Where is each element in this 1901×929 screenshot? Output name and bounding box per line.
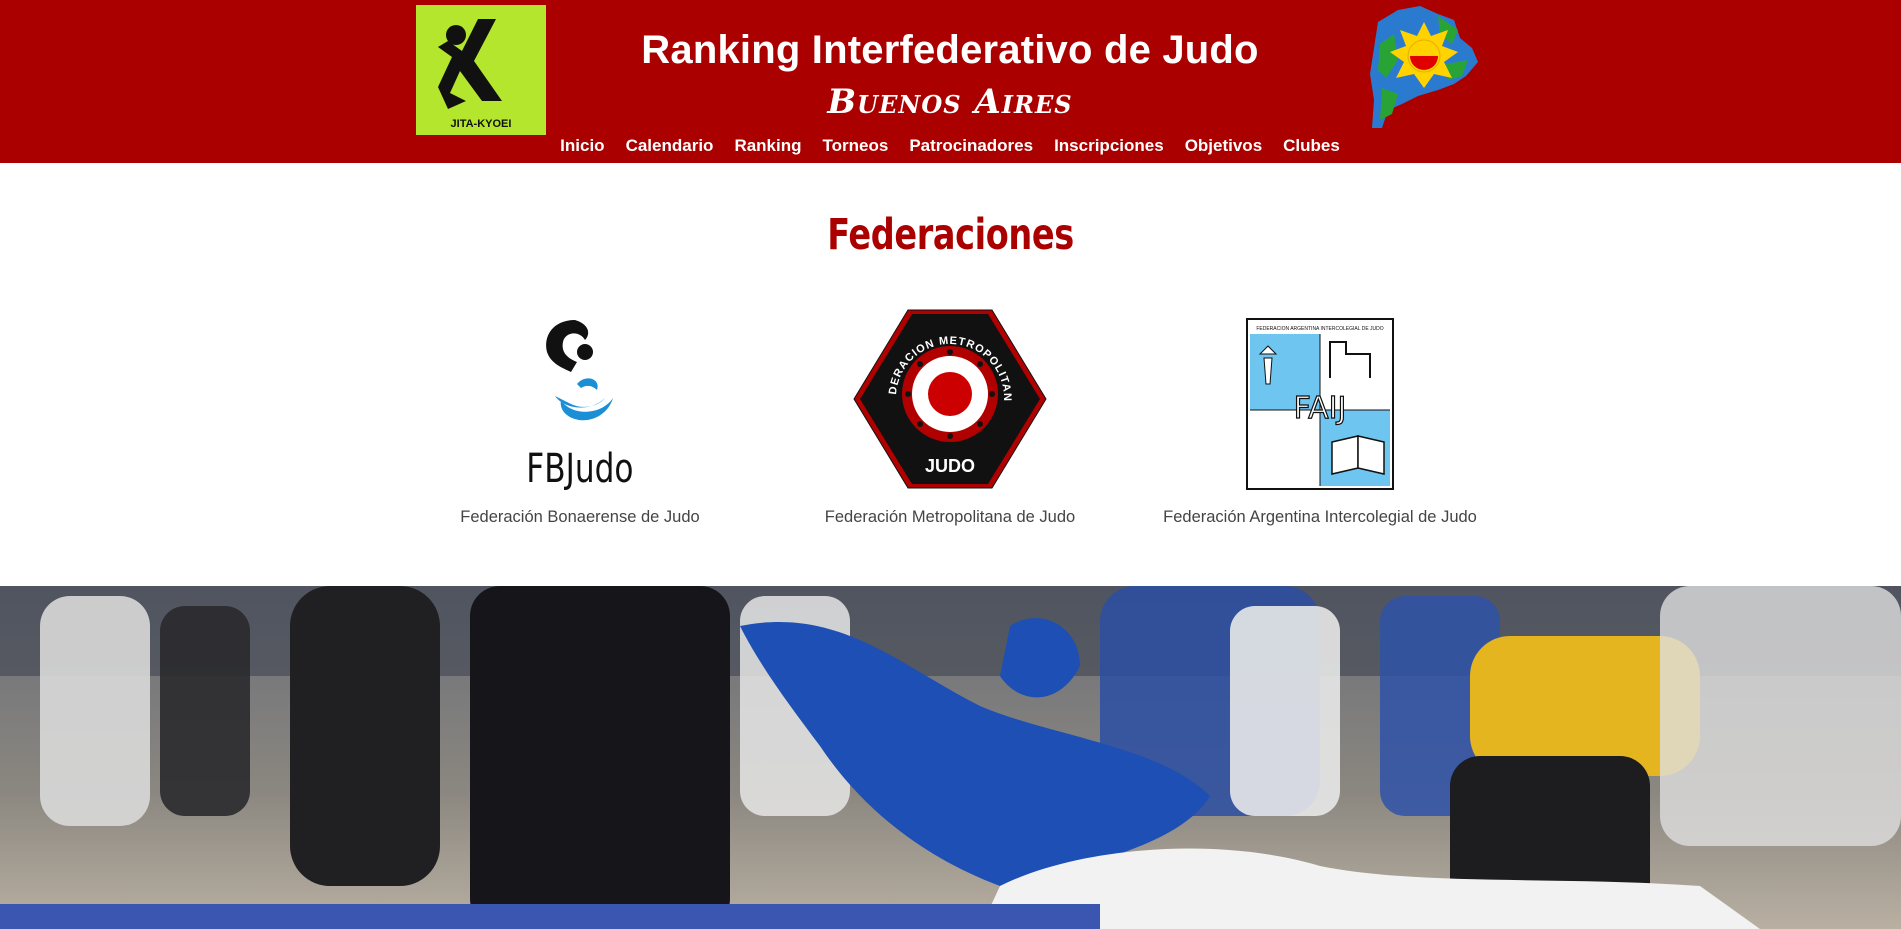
federation-card-fmj[interactable]: FEDERACION METROPOLITANA JUDO Federación…: [780, 308, 1120, 527]
federation-card-faij[interactable]: FEDERACION ARGENTINA INTERCOLEGIAL DE JU…: [1150, 312, 1490, 527]
nav-inicio[interactable]: Inicio: [560, 136, 604, 156]
faij-logo-text: FAIJ: [1294, 391, 1347, 426]
main-nav: Inicio Calendario Ranking Torneos Patroc…: [560, 136, 1340, 156]
site-header: JITA-KYOEI Ranking Interfederativo de Ju…: [0, 0, 1901, 163]
fbjudo-logo[interactable]: FBJudo: [410, 312, 750, 490]
jita-kyoei-text: JITA-KYOEI: [451, 118, 512, 130]
nav-objetivos[interactable]: Objetivos: [1185, 136, 1262, 156]
fbjudo-logo-text: FBJudo: [526, 446, 633, 490]
site-subtitle: Buenos Aires: [827, 82, 1073, 122]
site-title: Ranking Interfederativo de Judo: [641, 28, 1259, 72]
federation-card-fbjudo[interactable]: FBJudo Federación Bonaerense de Judo: [410, 312, 750, 527]
fmj-logo[interactable]: FEDERACION METROPOLITANA JUDO: [780, 308, 1120, 490]
faij-logo-header: FEDERACION ARGENTINA INTERCOLEGIAL DE JU…: [1256, 326, 1383, 332]
fmj-logo-subtext: JUDO: [925, 456, 975, 476]
nav-torneos[interactable]: Torneos: [823, 136, 889, 156]
federation-name[interactable]: Federación Metropolitana de Judo: [780, 508, 1120, 527]
nav-patrocinadores[interactable]: Patrocinadores: [909, 136, 1033, 156]
faij-logo[interactable]: FEDERACION ARGENTINA INTERCOLEGIAL DE JU…: [1150, 312, 1490, 490]
federation-name[interactable]: Federación Bonaerense de Judo: [410, 508, 750, 527]
nav-inscripciones[interactable]: Inscripciones: [1054, 136, 1164, 156]
nav-calendario[interactable]: Calendario: [626, 136, 714, 156]
judo-match-photo: [0, 586, 1901, 929]
nav-clubes[interactable]: Clubes: [1283, 136, 1340, 156]
section-title-federaciones: Federaciones: [827, 210, 1074, 260]
jita-kyoei-logo[interactable]: JITA-KYOEI: [416, 5, 546, 135]
federation-name[interactable]: Federación Argentina Intercolegial de Ju…: [1150, 508, 1490, 527]
nav-ranking[interactable]: Ranking: [734, 136, 801, 156]
buenos-aires-province-logo[interactable]: [1368, 4, 1480, 130]
